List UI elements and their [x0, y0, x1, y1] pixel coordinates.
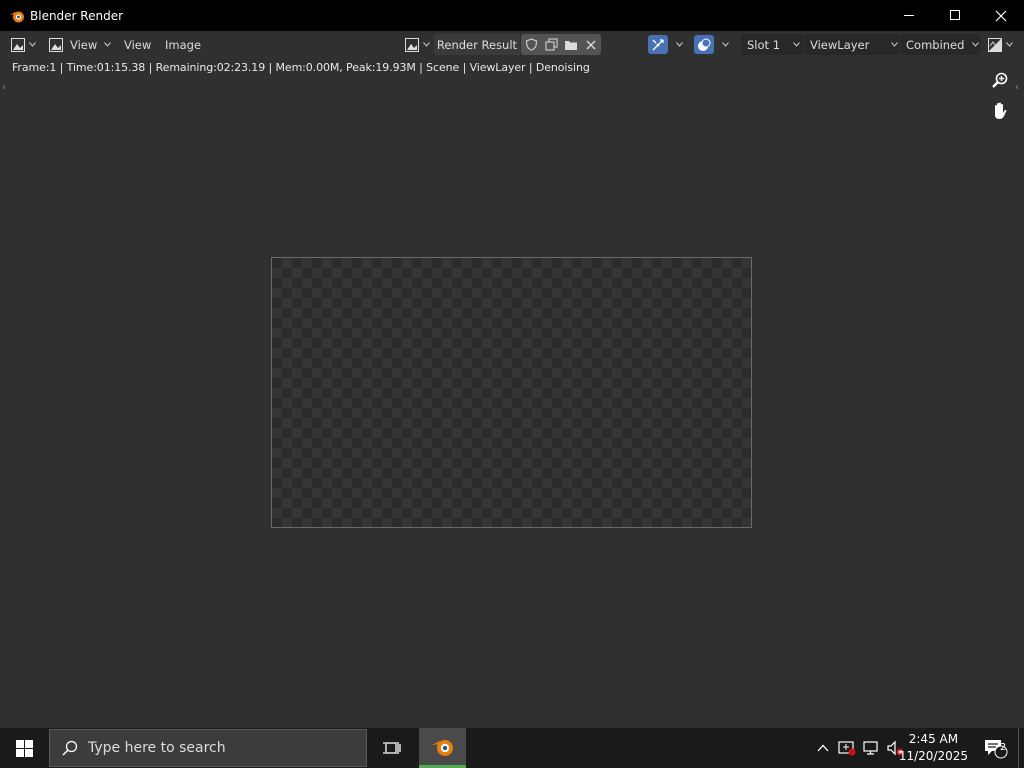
window-title: Blender Render: [30, 8, 124, 23]
new-image-button[interactable]: [541, 38, 561, 51]
clock-date: 11/20/2025: [898, 749, 968, 763]
slot-label: Slot 1: [747, 37, 781, 52]
editor-type-icon: [11, 37, 25, 52]
duplicate-icon: [545, 38, 557, 51]
search-placeholder: Type here to search: [88, 740, 226, 756]
windows-start-icon: [15, 739, 33, 757]
overlay-toggle[interactable]: [694, 34, 729, 55]
blender-logo-icon: [431, 739, 453, 756]
render-status-text: Frame:1 | Time:01:15.38 | Remaining:02:2…: [12, 61, 590, 74]
render-pass-label: Combined: [906, 37, 965, 52]
taskbar-search-box[interactable]: Type here to search: [49, 729, 367, 767]
image-name-field[interactable]: Render Result: [434, 34, 520, 55]
zoom-icon: [992, 72, 1008, 88]
search-icon: [62, 740, 78, 756]
chevron-down-icon: [722, 42, 729, 47]
taskbar-clock[interactable]: 2:45 AM 11/20/2025: [899, 731, 968, 765]
task-view-icon: [383, 742, 401, 754]
folder-icon: [565, 40, 577, 50]
fake-user-button[interactable]: [521, 38, 541, 51]
show-desktop-button[interactable]: [1018, 728, 1024, 768]
tray-security-button[interactable]: [835, 728, 859, 768]
close-button[interactable]: [978, 0, 1024, 31]
chevron-down-icon: [423, 42, 430, 47]
image-icon: [49, 37, 63, 52]
network-icon: [863, 741, 878, 755]
chevron-down-icon: [891, 42, 899, 47]
render-result-canvas[interactable]: [271, 257, 752, 528]
chevron-down-icon: [1006, 42, 1013, 47]
start-button[interactable]: [0, 728, 48, 768]
chevron-up-icon: [817, 744, 829, 752]
render-pass-dropdown[interactable]: Combined: [900, 34, 980, 55]
chevron-down-icon: [104, 42, 112, 47]
right-region-expand-arrow[interactable]: ‹: [1015, 82, 1019, 93]
view-mode-dropdown[interactable]: View: [48, 34, 112, 55]
blender-logo-icon: [10, 11, 24, 22]
taskbar-blender-app[interactable]: [419, 728, 466, 768]
left-region-expand-arrow[interactable]: ›: [2, 82, 6, 93]
chevron-down-icon: [29, 42, 36, 47]
image-editor-header: View View Image Render Result Slot 1 Vie…: [0, 31, 1024, 57]
chevron-down-icon: [972, 42, 980, 47]
maximize-button[interactable]: [932, 0, 978, 31]
action-center-button[interactable]: 2: [978, 728, 1012, 768]
show-hidden-icons-button[interactable]: [812, 728, 834, 768]
hand-icon: [995, 102, 1007, 119]
close-icon: [995, 10, 1007, 21]
image-actions-group: [521, 34, 601, 55]
task-view-button[interactable]: [369, 728, 415, 768]
display-channels-icon: [988, 37, 1002, 52]
gizmo-icon: [648, 35, 668, 54]
view-layer-dropdown[interactable]: ViewLayer: [804, 34, 899, 55]
display-channels-dropdown[interactable]: [987, 34, 1015, 55]
overlay-icon: [694, 35, 714, 54]
tray-network-button[interactable]: [859, 728, 883, 768]
slot-dropdown[interactable]: Slot 1: [741, 34, 803, 55]
shield-icon: [525, 38, 537, 51]
pan-tool-button[interactable]: [988, 99, 1012, 123]
chevron-down-icon: [793, 42, 800, 47]
view-layer-label: ViewLayer: [810, 37, 870, 52]
windows-taskbar: Type here to search 2:45 AM 11/20/2025 2: [0, 728, 1024, 768]
zoom-tool-button[interactable]: [988, 68, 1012, 92]
image-browse-button[interactable]: [404, 34, 432, 55]
menu-image[interactable]: Image: [165, 34, 201, 55]
maximize-icon: [949, 10, 960, 20]
window-titlebar: Blender Render: [0, 0, 1024, 31]
notification-count: 2: [999, 742, 1007, 753]
chevron-down-icon: [676, 42, 683, 47]
gizmo-toggle[interactable]: [648, 34, 683, 55]
menu-view[interactable]: View: [124, 34, 151, 55]
view-mode-label: View: [70, 37, 98, 52]
unlink-image-button[interactable]: [581, 40, 601, 50]
x-icon: [586, 40, 596, 49]
minimize-button[interactable]: [886, 0, 932, 31]
clock-time: 2:45 AM: [908, 732, 959, 746]
minimize-icon: [903, 15, 914, 16]
editor-type-button[interactable]: [10, 34, 38, 55]
open-image-button[interactable]: [561, 39, 581, 51]
image-name-label: Render Result: [436, 37, 518, 52]
image-icon: [405, 37, 419, 52]
security-icon: [838, 741, 856, 756]
